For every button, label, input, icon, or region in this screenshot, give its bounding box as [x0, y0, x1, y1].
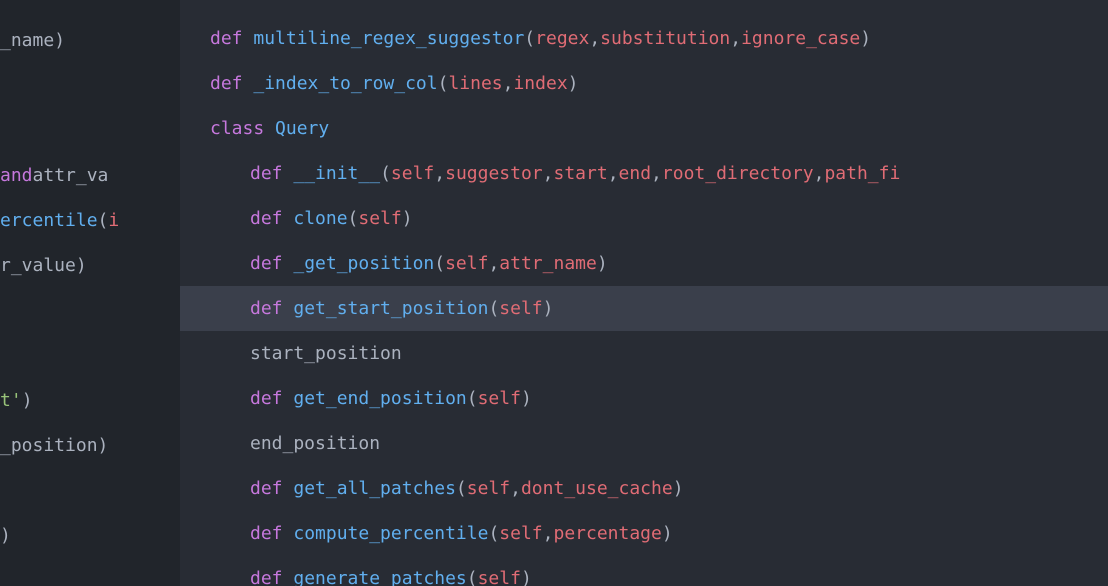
parameter: index: [513, 70, 567, 97]
parameter: lines: [448, 70, 502, 97]
outline-item-function[interactable]: def _index_to_row_col(lines, index): [180, 61, 1108, 106]
parameter-self: self: [391, 160, 434, 187]
property-name: end_position: [250, 430, 380, 457]
keyword-def: def: [250, 475, 283, 502]
outline-item-method[interactable]: def clone(self): [180, 196, 1108, 241]
parameter-self: self: [358, 205, 401, 232]
outline-item-property[interactable]: end_position: [180, 421, 1108, 466]
keyword-def: def: [250, 295, 283, 322]
identifier: r_value: [0, 252, 76, 279]
parameter-self: self: [499, 295, 542, 322]
keyword-def: def: [250, 385, 283, 412]
outline-item-method-selected[interactable]: def get_start_position(self): [180, 286, 1108, 331]
function-name: get_end_position: [293, 385, 466, 412]
parameter: path_fi: [824, 160, 900, 187]
parameter: percentage: [553, 520, 661, 547]
property-name: start_position: [250, 340, 402, 367]
parameter: dont_use_cache: [521, 475, 673, 502]
keyword-def: def: [250, 250, 283, 277]
blank-line: [0, 468, 180, 513]
outline-item-class[interactable]: class Query: [180, 106, 1108, 151]
class-name: Query: [275, 115, 329, 142]
blank-line: [0, 108, 180, 153]
parameter: start: [554, 160, 608, 187]
code-line: _position): [0, 423, 180, 468]
keyword-def: def: [250, 160, 283, 187]
function-name: _index_to_row_col: [253, 70, 437, 97]
code-line: t'): [0, 378, 180, 423]
outline-item-function[interactable]: def multiline_regex_suggestor(regex, sub…: [180, 16, 1108, 61]
keyword-class: class: [210, 115, 264, 142]
keyword-def: def: [210, 25, 243, 52]
function-name: get_start_position: [293, 295, 488, 322]
identifier: attr_va: [33, 162, 109, 189]
function-name: _get_position: [293, 250, 434, 277]
outline-item-method[interactable]: def compute_percentile(self, percentage): [180, 511, 1108, 556]
outline-item-method[interactable]: def generate_patches(self): [180, 556, 1108, 586]
code-line: ): [0, 513, 180, 558]
parameter: end: [619, 160, 652, 187]
function-name: __init__: [293, 160, 380, 187]
parameter: regex: [535, 25, 589, 52]
function-name: ercentile: [0, 207, 98, 234]
paren-close: ): [76, 252, 87, 279]
parameter-self: self: [445, 250, 488, 277]
function-name: generate_patches: [293, 565, 466, 586]
code-line: ercentile(i: [0, 198, 180, 243]
blank-line: [0, 288, 180, 333]
paren-close: ): [98, 432, 109, 459]
function-name: multiline_regex_suggestor: [253, 25, 524, 52]
paren-close: ): [860, 25, 871, 52]
paren-open: (: [98, 207, 109, 234]
keyword-def: def: [250, 520, 283, 547]
function-name: clone: [293, 205, 347, 232]
parameter: substitution: [600, 25, 730, 52]
identifier: _name: [0, 27, 54, 54]
keyword-def: def: [210, 70, 243, 97]
left-editor-fragment: _name) and attr_va ercentile(i r_value) …: [0, 0, 180, 586]
function-name: get_all_patches: [293, 475, 456, 502]
parameter-self: self: [478, 565, 521, 586]
code-line: and attr_va: [0, 153, 180, 198]
parameter: ignore_case: [741, 25, 860, 52]
code-line: r_value): [0, 243, 180, 288]
keyword-def: def: [250, 205, 283, 232]
blank-line: [0, 63, 180, 108]
parameter-self: self: [499, 520, 542, 547]
parameter: root_directory: [662, 160, 814, 187]
keyword-and: and: [0, 162, 33, 189]
outline-panel[interactable]: def multiline_regex_suggestor(regex, sub…: [180, 0, 1108, 586]
outline-item-property[interactable]: start_position: [180, 331, 1108, 376]
outline-item-method[interactable]: def get_end_position(self): [180, 376, 1108, 421]
blank-line: [0, 333, 180, 378]
outline-item-method[interactable]: def get_all_patches(self, dont_use_cache…: [180, 466, 1108, 511]
outline-item-method[interactable]: def __init__(self, suggestor, start, end…: [180, 151, 1108, 196]
paren-close: ): [54, 27, 65, 54]
string-literal: t': [0, 387, 22, 414]
code-line: _name): [0, 18, 180, 63]
parameter-self: self: [467, 475, 510, 502]
paren-close: ): [22, 387, 33, 414]
paren-close: ): [0, 522, 11, 549]
function-name: compute_percentile: [293, 520, 488, 547]
parameter: attr_name: [499, 250, 597, 277]
parameter-self: self: [478, 385, 521, 412]
parameter: i: [108, 207, 119, 234]
outline-item-method[interactable]: def _get_position(self, attr_name): [180, 241, 1108, 286]
parameter: suggestor: [445, 160, 543, 187]
keyword-def: def: [250, 565, 283, 586]
identifier: _position: [0, 432, 98, 459]
paren-open: (: [524, 25, 535, 52]
